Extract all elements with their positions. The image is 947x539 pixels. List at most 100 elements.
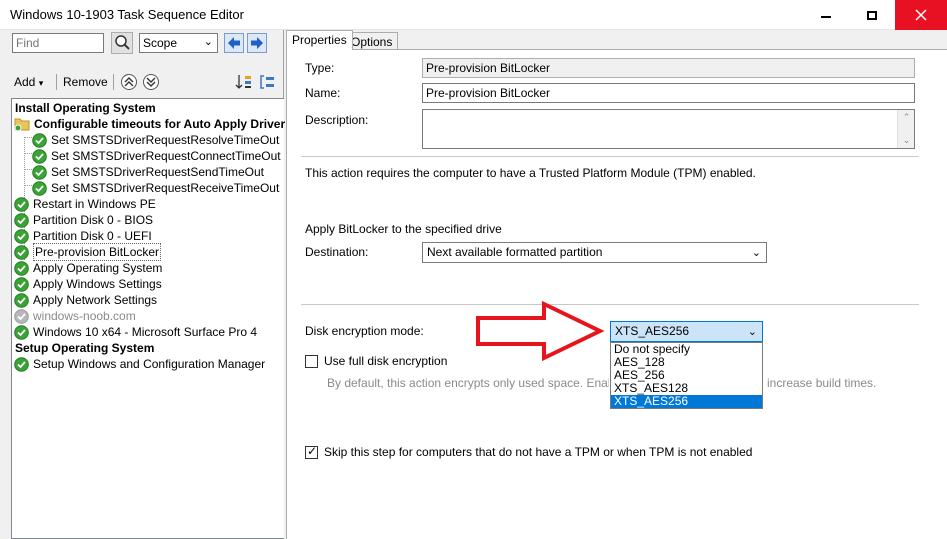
tree-item[interactable]: Set SMSTSDriverRequestResolveTimeOut <box>32 132 279 148</box>
title-bar: Windows 10-1903 Task Sequence Editor <box>0 0 947 30</box>
tree-item-label: Install Operating System <box>15 101 156 115</box>
tree-item-label: Partition Disk 0 - UEFI <box>33 229 152 243</box>
description-textarea[interactable]: ⌃ ⌄ <box>422 109 915 149</box>
double-chevron-down-icon <box>146 77 156 87</box>
tree-item[interactable]: Setup Windows and Configuration Manager <box>14 356 265 372</box>
apply-heading: Apply BitLocker to the specified drive <box>305 222 502 236</box>
double-chevron-up-icon <box>124 77 134 87</box>
check-circle-icon <box>14 276 29 292</box>
folder-icon <box>14 118 30 131</box>
scroll-down-icon[interactable]: ⌄ <box>898 135 915 146</box>
chevron-down-icon: ⌄ <box>747 326 757 338</box>
encryption-mode-dropdown[interactable]: XTS_AES256 ⌄ <box>610 321 763 342</box>
tree-item[interactable]: Install Operating System <box>15 100 156 116</box>
encryption-option-selected[interactable]: XTS_AES256 <box>611 395 762 408</box>
tree-item[interactable]: Windows 10 x64 - Microsoft Surface Pro 4 <box>14 324 257 340</box>
add-label: Add <box>14 75 36 89</box>
tree-item[interactable]: Set SMSTSDriverRequestSendTimeOut <box>32 164 264 180</box>
check-circle-icon <box>14 196 29 212</box>
check-circle-icon <box>14 324 29 340</box>
find-next-button[interactable] <box>247 33 267 53</box>
tree-item-label: Set SMSTSDriverRequestConnectTimeOut <box>51 149 281 163</box>
tree-item[interactable]: Restart in Windows PE <box>14 196 156 212</box>
tab-options[interactable]: Options <box>345 32 399 50</box>
name-value: Pre-provision BitLocker <box>426 86 551 100</box>
add-menu-button[interactable]: Add ▾ <box>14 75 43 89</box>
type-field: Pre-provision BitLocker <box>422 58 915 78</box>
sort-icon[interactable] <box>235 73 253 91</box>
chevron-down-icon: ⌄ <box>203 36 213 48</box>
skip-tpm-checkbox[interactable]: ✓ <box>305 444 318 459</box>
tree-item[interactable]: Configurable timeouts for Auto Apply Dri… <box>14 116 285 132</box>
encryption-label: Disk encryption mode: <box>305 324 424 338</box>
description-label: Description: <box>305 113 369 127</box>
name-label: Name: <box>305 86 341 100</box>
minimize-button[interactable] <box>803 0 849 30</box>
tree-item[interactable]: Set SMSTSDriverRequestReceiveTimeOut <box>32 180 279 196</box>
full-disk-label: Use full disk encryption <box>324 354 448 368</box>
scroll-up-icon[interactable]: ⌃ <box>898 112 915 123</box>
check-circle-icon <box>14 212 29 228</box>
section-divider <box>301 156 919 157</box>
tree-connector <box>24 137 32 138</box>
move-up-button[interactable] <box>121 74 137 90</box>
section-divider <box>301 304 919 305</box>
scope-value: Scope <box>143 36 178 50</box>
tree-item-label: Apply Operating System <box>33 261 163 275</box>
description-scrollbar[interactable]: ⌃ ⌄ <box>897 110 914 148</box>
tree-item[interactable]: Apply Operating System <box>14 260 162 276</box>
check-circle-gray-icon <box>14 308 29 324</box>
group-icon[interactable] <box>258 73 276 91</box>
properties-panel: Type: Pre-provision BitLocker Name: Pre-… <box>286 49 947 539</box>
tree-item[interactable]: Partition Disk 0 - UEFI <box>14 228 152 244</box>
full-disk-help-tail: increase build times. <box>767 376 877 390</box>
magnifier-icon <box>115 35 130 50</box>
minimize-icon <box>821 16 831 18</box>
check-circle-icon <box>14 244 29 260</box>
red-arrow-annotation <box>476 300 605 362</box>
tree-toolbar: Add ▾ Remove <box>0 70 284 94</box>
tree-connector <box>24 169 32 170</box>
find-button[interactable] <box>111 32 133 54</box>
tree-connector <box>24 185 32 186</box>
tab-label: Options <box>351 35 393 49</box>
tree-item-label: Apply Network Settings <box>33 293 158 307</box>
remove-button[interactable]: Remove <box>63 75 108 89</box>
destination-label: Destination: <box>305 245 369 259</box>
tree-item[interactable]: Partition Disk 0 - BIOS <box>14 212 153 228</box>
find-previous-button[interactable] <box>224 33 244 53</box>
check-circle-icon <box>14 356 29 372</box>
arrow-left-icon <box>228 37 240 49</box>
move-down-button[interactable] <box>143 74 159 90</box>
check-circle-icon <box>32 180 47 196</box>
name-field[interactable]: Pre-provision BitLocker <box>422 83 915 103</box>
tree-item-selected[interactable]: Pre-provision BitLocker <box>14 243 162 261</box>
maximize-button[interactable] <box>849 0 895 30</box>
tree-item[interactable]: Apply Network Settings <box>14 292 157 308</box>
encryption-mode-list[interactable]: Do not specify AES_128 AES_256 XTS_AES12… <box>610 342 763 409</box>
tree-item-label: Pre-provision BitLocker <box>33 243 162 261</box>
tpm-note: This action requires the computer to hav… <box>305 166 756 180</box>
tree-item-label: Set SMSTSDriverRequestSendTimeOut <box>51 165 264 179</box>
find-input[interactable] <box>12 33 104 53</box>
scope-dropdown[interactable]: Scope ⌄ <box>139 33 218 53</box>
tree-item-label: Set SMSTSDriverRequestReceiveTimeOut <box>51 181 280 195</box>
close-button[interactable] <box>895 0 947 30</box>
full-disk-checkbox[interactable] <box>305 355 318 368</box>
full-disk-help: By default, this action encrypts only us… <box>327 376 609 390</box>
destination-dropdown[interactable]: Next available formatted partition ⌄ <box>422 242 767 263</box>
maximize-icon <box>867 10 877 20</box>
dropdown-arrow-icon: ▾ <box>38 78 44 88</box>
tree-item-label: Setup Windows and Configuration Manager <box>33 357 266 371</box>
tree-item-label: Partition Disk 0 - BIOS <box>33 213 154 227</box>
task-sequence-tree[interactable]: Install Operating System Configurable ti… <box>11 98 285 539</box>
tree-item[interactable]: Apply Windows Settings <box>14 276 162 292</box>
encryption-value: XTS_AES256 <box>615 324 690 338</box>
tree-item-disabled[interactable]: windows-noob.com <box>14 308 136 324</box>
tree-item[interactable]: Setup Operating System <box>15 340 154 356</box>
tree-item-label: Set SMSTSDriverRequestResolveTimeOut <box>51 133 280 147</box>
tree-connector <box>24 153 32 154</box>
tree-item[interactable]: Set SMSTSDriverRequestConnectTimeOut <box>32 148 281 164</box>
close-icon <box>915 9 927 21</box>
tab-properties[interactable]: Properties <box>286 30 353 50</box>
